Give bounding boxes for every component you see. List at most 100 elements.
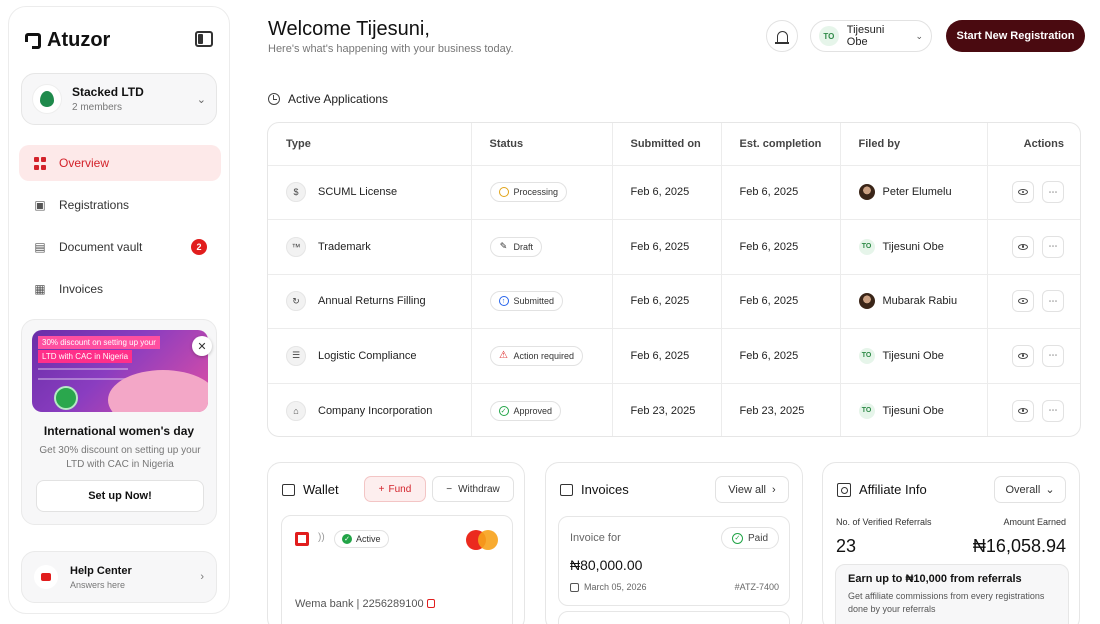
referrals-label: No. of Verified Referrals xyxy=(836,517,932,527)
promo-image: 30% discount on setting up your LTD with… xyxy=(32,330,208,412)
mastercard-icon xyxy=(466,530,498,550)
application-type: Annual Returns Filling xyxy=(318,295,426,308)
org-avatar xyxy=(32,84,62,114)
completion-date: Feb 23, 2025 xyxy=(721,383,841,436)
invoices-card: Invoices View all › Invoice for ✓ Paid ₦… xyxy=(545,462,803,624)
avatar: TO xyxy=(858,402,875,419)
registrations-icon: ▣ xyxy=(34,198,46,212)
plus-icon: + xyxy=(378,483,385,495)
avatar xyxy=(858,293,875,310)
table-header-row: Type Status Submitted on Est. completion… xyxy=(268,123,1080,166)
more-options-button[interactable]: ⋯ xyxy=(1042,344,1064,367)
app-logo[interactable]: Atuzor xyxy=(25,29,110,52)
referrals-count: 23 xyxy=(836,536,857,556)
earned-label: Amount Earned xyxy=(1003,517,1066,527)
view-button[interactable] xyxy=(1012,290,1034,313)
more-options-button[interactable]: ⋯ xyxy=(1042,290,1064,313)
set-up-now-button[interactable]: Set up Now! xyxy=(36,480,204,512)
seal-icon xyxy=(54,386,78,410)
sidebar-item-label: Registrations xyxy=(59,198,130,212)
eye-icon xyxy=(1018,298,1028,305)
sidebar-item-overview[interactable]: Overview xyxy=(19,145,221,181)
status-badge: ✓ Approved xyxy=(489,400,562,421)
eye-icon xyxy=(1018,243,1028,250)
affiliate-title: Affiliate Info xyxy=(837,482,927,497)
bell-icon xyxy=(774,30,789,44)
start-new-registration-button[interactable]: Start New Registration xyxy=(946,20,1085,52)
filer-name: Mubarak Rabiu xyxy=(882,295,958,308)
calendar-icon xyxy=(570,582,579,592)
invoice-item[interactable]: Invoice for ✓ Paid ₦80,000.00 March 05, … xyxy=(558,516,790,606)
sidebar-toggle-icon[interactable] xyxy=(195,31,213,47)
bank-logo-icon xyxy=(295,532,309,546)
column-header: Type xyxy=(268,123,472,166)
sidebar-nav: Overview ▣ Registrations ▤ Document vaul… xyxy=(19,145,221,313)
fund-button[interactable]: + Fund xyxy=(364,476,426,502)
pencil-icon: ✎ xyxy=(499,241,508,252)
org-members: 2 members xyxy=(72,102,123,113)
bank-card[interactable]: )) ✓ Active Wema bank | 2256289100 xyxy=(281,515,513,624)
application-type: Logistic Compliance xyxy=(318,349,417,362)
page-subtitle: Here's what's happening with your busine… xyxy=(268,43,514,55)
filer-name: Tijesuni Obe xyxy=(882,240,944,253)
sidebar-item-invoices[interactable]: ▦ Invoices xyxy=(19,271,221,307)
wallet-card: Wallet + Fund − Withdraw )) ✓ Active Wem… xyxy=(267,462,525,624)
help-center[interactable]: Help Center Answers here › xyxy=(21,551,217,603)
submitted-date: Feb 6, 2025 xyxy=(612,328,722,384)
referral-promo-title: Earn up to ₦10,000 from referrals xyxy=(848,573,1022,585)
promo-banner-line2: LTD with CAC in Nigeria xyxy=(38,350,133,363)
column-header: Filed by xyxy=(840,123,988,166)
copy-icon[interactable] xyxy=(426,599,435,608)
submitted-date: Feb 23, 2025 xyxy=(612,383,722,436)
user-menu[interactable]: TO Tijesuni Obe ⌄ xyxy=(810,20,932,52)
sidebar-item-label: Overview xyxy=(59,156,110,170)
help-title: Help Center xyxy=(70,564,132,577)
sidebar-item-document-vault[interactable]: ▤ Document vault 2 xyxy=(19,229,221,265)
view-button[interactable] xyxy=(1012,235,1034,258)
sidebar-item-registrations[interactable]: ▣ Registrations xyxy=(19,187,221,223)
invoice-item[interactable] xyxy=(558,611,790,624)
logo-icon xyxy=(25,32,41,49)
view-button[interactable] xyxy=(1012,399,1034,422)
completion-date: Feb 6, 2025 xyxy=(721,328,841,384)
org-switcher[interactable]: Stacked LTD 2 members ⌄ xyxy=(21,73,217,125)
view-button[interactable] xyxy=(1012,344,1034,367)
target-icon xyxy=(837,482,851,497)
filer-name: Tijesuni Obe xyxy=(882,404,944,417)
page-title: Welcome Tijesuni, xyxy=(268,18,430,40)
promo-card: 30% discount on setting up your LTD with… xyxy=(21,319,217,525)
more-options-button[interactable]: ⋯ xyxy=(1042,235,1064,258)
status-badge: ⚠ Action required xyxy=(489,345,584,366)
column-header: Est. completion xyxy=(721,123,841,166)
user-name: Tijesuni Obe xyxy=(846,24,885,48)
application-type: Company Incorporation xyxy=(318,404,433,417)
view-all-button[interactable]: View all › xyxy=(715,476,789,503)
table-row: ↻ Annual Returns Filling ↑ Submitted Feb 6… xyxy=(268,274,1080,329)
clock-icon xyxy=(498,187,509,198)
chevron-down-icon: ⌄ xyxy=(196,93,206,106)
bank-account: Wema bank | 2256289100 xyxy=(295,598,435,610)
check-circle-icon: ✓ xyxy=(498,405,509,416)
section-title-label: Active Applications xyxy=(288,92,389,106)
view-button[interactable] xyxy=(1012,181,1034,204)
status-badge: Processing xyxy=(489,182,568,203)
promo-title: International women's day xyxy=(43,424,195,438)
sidebar-item-label: Invoices xyxy=(59,282,104,296)
table-row: ⌂ Company Incorporation ✓ Approved Feb 23,… xyxy=(268,383,1080,436)
org-name: Stacked LTD xyxy=(72,85,144,99)
more-options-button[interactable]: ⋯ xyxy=(1042,399,1064,422)
trademark-icon: ™ xyxy=(286,236,306,257)
withdraw-button[interactable]: − Withdraw xyxy=(432,476,514,502)
referral-promo: Earn up to ₦10,000 from referrals Get af… xyxy=(835,564,1069,624)
more-options-button[interactable]: ⋯ xyxy=(1042,181,1064,204)
eye-icon xyxy=(1018,189,1028,196)
notifications-button[interactable] xyxy=(766,20,798,52)
amount-earned: ₦16,058.94 xyxy=(972,536,1066,556)
grid-icon xyxy=(33,156,47,170)
avatar: TO xyxy=(858,238,875,255)
close-icon[interactable]: ✕ xyxy=(192,336,212,356)
overall-filter-dropdown[interactable]: Overall ⌄ xyxy=(994,476,1066,503)
contactless-icon: )) xyxy=(318,532,325,543)
status-badge: ✓ Active xyxy=(334,530,389,548)
completion-date: Feb 6, 2025 xyxy=(721,274,841,329)
